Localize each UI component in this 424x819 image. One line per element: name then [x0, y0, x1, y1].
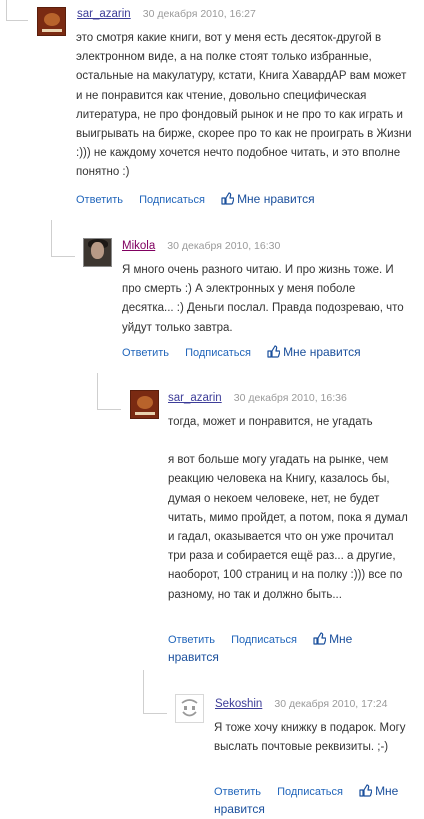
- thread-line: [143, 713, 167, 714]
- comment-actions: Ответить Подписаться Мне нравится: [122, 344, 412, 362]
- avatar-emblem: [137, 396, 153, 409]
- subscribe-link[interactable]: Подписаться: [231, 634, 297, 646]
- thread-line: [97, 409, 121, 410]
- comment-date: 30 декабря 2010, 16:27: [142, 8, 256, 20]
- thread-line: [6, 0, 7, 21]
- thumbs-up-icon: [313, 632, 327, 645]
- comment-header: sar_azarin 30 декабря 2010, 16:27: [77, 7, 256, 21]
- thread-line: [51, 256, 75, 257]
- comment-actions: Ответить Подписаться Мне нравится: [214, 783, 414, 819]
- smiley-icon: [181, 699, 198, 717]
- reply-link[interactable]: Ответить: [122, 347, 169, 359]
- thread-line: [143, 670, 144, 714]
- author-link[interactable]: Mikola: [122, 240, 155, 252]
- thread-line: [6, 20, 28, 21]
- comment-date: 30 декабря 2010, 16:36: [233, 392, 347, 404]
- subscribe-link[interactable]: Подписаться: [277, 786, 343, 798]
- like-button[interactable]: Мне нравится: [221, 192, 315, 206]
- comment-paragraph: тогда, может и понравится, не угадать: [168, 416, 373, 428]
- comment-actions: Ответить Подписаться Мне нравится: [76, 191, 416, 209]
- comment-text: Я много очень разного читаю. И про жизнь…: [122, 264, 404, 334]
- like-button[interactable]: Мне нравится: [267, 345, 361, 359]
- avatar[interactable]: [83, 238, 112, 267]
- reply-link[interactable]: Ответить: [214, 786, 261, 798]
- comment-text: это смотря какие книги, вот у меня есть …: [76, 32, 412, 179]
- comment-date: 30 декабря 2010, 17:24: [274, 698, 388, 710]
- thread-line: [97, 373, 98, 410]
- avatar-face: [91, 242, 104, 259]
- comment: sar_azarin 30 декабря 2010, 16:27 это см…: [37, 7, 417, 212]
- comment: Sekoshin 30 декабря 2010, 17:24 Я тоже х…: [175, 694, 420, 816]
- avatar-emblem: [44, 13, 60, 26]
- comment-header: Mikola 30 декабря 2010, 16:30: [122, 239, 280, 253]
- comment-date: 30 декабря 2010, 16:30: [167, 240, 281, 252]
- subscribe-link[interactable]: Подписаться: [139, 194, 205, 206]
- author-link[interactable]: sar_azarin: [77, 8, 131, 20]
- avatar[interactable]: [37, 7, 66, 36]
- comment-text: тогда, может и понравится, не угадать я …: [168, 413, 414, 605]
- comment-paragraph: я вот больше могу угадать на рынке, чем …: [168, 454, 408, 601]
- comment-header: Sekoshin 30 декабря 2010, 17:24: [215, 697, 387, 711]
- comment: Mikola 30 декабря 2010, 16:30 Я много оч…: [83, 238, 418, 368]
- reply-link[interactable]: Ответить: [76, 194, 123, 206]
- thumbs-up-icon: [221, 192, 235, 205]
- thumbs-up-icon: [267, 345, 281, 358]
- thread-line: [51, 220, 52, 257]
- comment: sar_azarin 30 декабря 2010, 16:36 тогда,…: [130, 390, 420, 670]
- avatar-band: [135, 412, 155, 415]
- like-label: Мне нравится: [283, 345, 361, 359]
- comment-text: Я тоже хочу книжку в подарок. Могу высла…: [214, 722, 406, 754]
- author-link[interactable]: sar_azarin: [168, 392, 222, 404]
- avatar-band: [42, 29, 62, 32]
- subscribe-link[interactable]: Подписаться: [185, 347, 251, 359]
- avatar[interactable]: [175, 694, 204, 723]
- comment-actions: Ответить Подписаться Мне нравится: [168, 631, 368, 667]
- thumbs-up-icon: [359, 784, 373, 797]
- reply-link[interactable]: Ответить: [168, 634, 215, 646]
- avatar[interactable]: [130, 390, 159, 419]
- like-label: Мне нравится: [237, 192, 315, 206]
- comment-header: sar_azarin 30 декабря 2010, 16:36: [168, 391, 347, 405]
- author-link[interactable]: Sekoshin: [215, 698, 262, 710]
